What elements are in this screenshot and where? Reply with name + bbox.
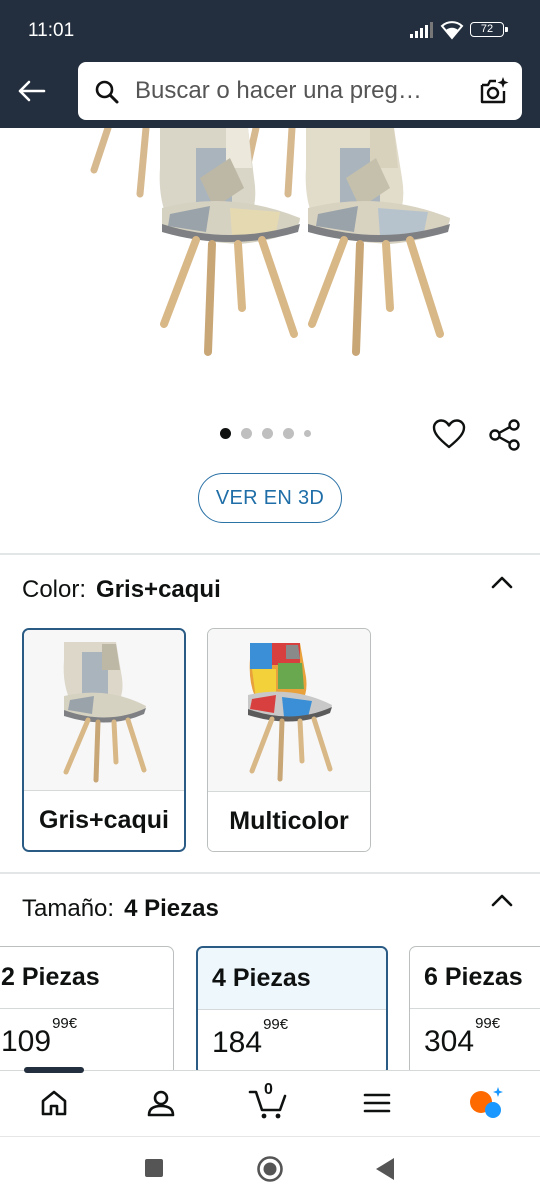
size-option-price: 10999€ bbox=[1, 1015, 78, 1058]
cart-count-badge: 0 bbox=[264, 1081, 273, 1098]
search-input[interactable]: Buscar o hacer una preg… bbox=[135, 77, 465, 105]
back-button[interactable] bbox=[10, 70, 52, 112]
product-image[interactable] bbox=[0, 128, 540, 408]
back-triangle-icon[interactable] bbox=[374, 1156, 396, 1182]
home-button-icon[interactable] bbox=[256, 1155, 284, 1183]
back-arrow-icon bbox=[18, 80, 46, 102]
search-box[interactable]: Buscar o hacer una preg… bbox=[78, 62, 522, 120]
divider bbox=[0, 553, 540, 555]
assistant-icon bbox=[470, 1087, 503, 1118]
wifi-icon bbox=[440, 21, 464, 40]
size-option-price: 18499€ bbox=[212, 1016, 289, 1059]
status-time: 11:01 bbox=[28, 20, 75, 41]
search-icon bbox=[95, 80, 119, 104]
carousel-dot[interactable] bbox=[283, 428, 294, 439]
size-label: Tamaño: bbox=[22, 895, 115, 922]
signal-icon bbox=[410, 22, 433, 38]
share-icon[interactable] bbox=[488, 418, 522, 452]
nav-menu[interactable] bbox=[357, 1085, 397, 1121]
size-section-header[interactable]: Tamaño: 4 Piezas bbox=[22, 895, 219, 923]
nav-home[interactable] bbox=[34, 1085, 74, 1121]
nav-assistant[interactable] bbox=[466, 1085, 506, 1121]
size-option-label: 2 Piezas bbox=[0, 947, 173, 1009]
color-option-gris-caqui[interactable]: Gris+caqui bbox=[22, 628, 186, 852]
size-option-price: 30499€ bbox=[424, 1015, 501, 1058]
color-selected-value: Gris+caqui bbox=[96, 576, 221, 603]
size-option-label: 6 Piezas bbox=[410, 947, 540, 1009]
recents-button-icon[interactable] bbox=[143, 1157, 165, 1179]
size-option-6-piezas[interactable]: 6 Piezas 30499€ bbox=[409, 946, 540, 1076]
swatch-image bbox=[24, 630, 184, 792]
home-icon bbox=[41, 1090, 67, 1116]
size-option-4-piezas[interactable]: 4 Piezas 18499€ bbox=[196, 946, 388, 1076]
nav-account[interactable] bbox=[141, 1085, 181, 1121]
size-selected-value: 4 Piezas bbox=[124, 895, 219, 922]
carousel-dot[interactable] bbox=[241, 428, 252, 439]
divider bbox=[0, 872, 540, 874]
swatch-label: Multicolor bbox=[208, 791, 370, 851]
camera-search-icon[interactable] bbox=[478, 75, 510, 107]
carousel-dot[interactable] bbox=[220, 428, 231, 439]
active-tab-indicator bbox=[24, 1067, 84, 1073]
battery-icon: 72 bbox=[470, 22, 508, 37]
size-option-2-piezas[interactable]: 2 Piezas 10999€ bbox=[0, 946, 174, 1076]
system-navigation-bar bbox=[0, 1136, 540, 1200]
carousel-dot[interactable] bbox=[304, 430, 311, 437]
swatch-image bbox=[208, 629, 370, 791]
size-option-label: 4 Piezas bbox=[198, 948, 386, 1010]
heart-icon[interactable] bbox=[432, 418, 466, 450]
view-3d-button[interactable]: VER EN 3D bbox=[198, 473, 342, 523]
color-label: Color: bbox=[22, 576, 87, 603]
app-header: Buscar o hacer una preg… bbox=[0, 60, 540, 128]
nav-cart[interactable]: 0 bbox=[248, 1081, 288, 1121]
chairs-illustration bbox=[90, 128, 450, 356]
color-option-multicolor[interactable]: Multicolor bbox=[207, 628, 371, 852]
user-icon bbox=[147, 1090, 175, 1117]
swatch-label: Gris+caqui bbox=[24, 790, 184, 850]
chevron-up-icon[interactable] bbox=[490, 574, 514, 590]
carousel-dot[interactable] bbox=[262, 428, 273, 439]
bottom-navigation: 0 bbox=[0, 1067, 540, 1136]
carousel-indicator[interactable] bbox=[220, 428, 311, 439]
color-section-header[interactable]: Color: Gris+caqui bbox=[22, 576, 221, 604]
menu-icon bbox=[363, 1093, 391, 1113]
status-bar: 11:01 72 bbox=[0, 0, 540, 60]
chevron-up-icon[interactable] bbox=[490, 892, 514, 908]
